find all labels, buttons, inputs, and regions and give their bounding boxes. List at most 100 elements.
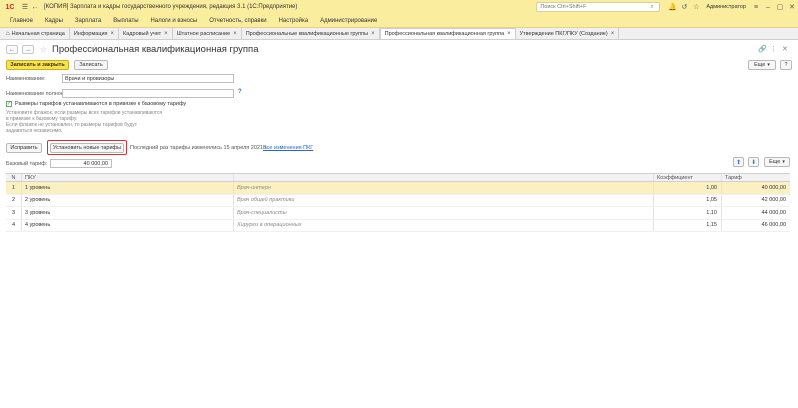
- link-icon[interactable]: 🔗: [758, 45, 767, 53]
- chevron-down-icon: ▾: [782, 159, 785, 165]
- favorite-star-icon[interactable]: ☆: [40, 45, 47, 54]
- forward-button[interactable]: →: [22, 45, 34, 54]
- star-icon[interactable]: ☆: [690, 0, 702, 14]
- minimize-icon[interactable]: –: [762, 0, 774, 14]
- help-button[interactable]: ?: [780, 60, 792, 70]
- cell-n: 4: [6, 219, 22, 231]
- menu-item[interactable]: Налоги и взносы: [145, 18, 204, 24]
- table-more-button[interactable]: Еще ▾: [764, 157, 790, 167]
- menu-item[interactable]: Выплаты: [107, 18, 144, 24]
- col-pku[interactable]: ПКУ: [22, 174, 234, 181]
- chevron-down-icon: ▾: [767, 62, 770, 68]
- cell-desc: Врач-интерн: [234, 182, 654, 194]
- cell-n: 1: [6, 182, 22, 194]
- tab-close-icon[interactable]: ×: [233, 31, 237, 37]
- arrow-back-icon[interactable]: ←: [30, 0, 40, 14]
- tab-label: Кадровый учет: [123, 30, 162, 37]
- menu-item[interactable]: Настройка: [273, 18, 315, 24]
- table-row[interactable]: 11 уровень Врач-интерн 1,00 40 000,00: [6, 182, 790, 195]
- tab[interactable]: Профессиональная квалификационная группа…: [379, 28, 516, 39]
- menu-item[interactable]: Кадры: [39, 18, 69, 24]
- menu-item[interactable]: Зарплата: [69, 18, 107, 24]
- tab-close-icon[interactable]: ×: [164, 31, 168, 37]
- menu-item[interactable]: Администрирование: [314, 18, 383, 24]
- col-desc[interactable]: [234, 174, 654, 181]
- tab[interactable]: Профессиональные квалификационные группы…: [241, 28, 380, 39]
- tab-label: Профессиональная квалификационная группа: [384, 31, 505, 37]
- save-and-close-button[interactable]: Записать и закрыть: [6, 60, 69, 70]
- pku-table: N ПКУ Коэффициент Тариф 11 уровень Врач-и…: [6, 173, 790, 232]
- tab[interactable]: Информация ×: [69, 28, 120, 39]
- move-down-button[interactable]: ⬇: [748, 157, 759, 167]
- tab-label: Профессиональные квалификационные группы: [245, 30, 369, 37]
- cell-n: 2: [6, 194, 22, 206]
- col-tarif[interactable]: Тариф: [722, 174, 790, 181]
- cell-coef: 1,00: [654, 182, 722, 194]
- maximize-icon[interactable]: ▢: [774, 0, 786, 14]
- table-body: 11 уровень Врач-интерн 1,00 40 000,00 2 2 уро…: [6, 182, 790, 232]
- tab-label: Начальная страница: [11, 30, 65, 37]
- hint-line: задаваться независимо.: [6, 128, 63, 134]
- settings-icon[interactable]: ≡: [750, 0, 762, 14]
- checkbox-label[interactable]: Размеры тарифов устанавливаются в привяз…: [15, 101, 186, 107]
- table-header: N ПКУ Коэффициент Тариф: [6, 173, 790, 182]
- global-search[interactable]: ⌕: [536, 2, 661, 12]
- all-changes-link[interactable]: Все изменения ПКГ: [263, 145, 313, 151]
- form-close-icon[interactable]: ✕: [782, 45, 788, 53]
- history-icon[interactable]: ↺: [678, 0, 690, 14]
- checkbox-hint: Установите флажок, если размеры всех тар…: [6, 110, 176, 134]
- app-title: [КОПИЯ] Зарплата и кадры государственног…: [44, 4, 298, 10]
- tab-close-icon[interactable]: ×: [507, 31, 511, 37]
- cell-desc: Врач общей практики: [234, 194, 654, 206]
- more-button[interactable]: Еще ▾: [748, 60, 776, 70]
- tab-close-icon[interactable]: ×: [371, 31, 375, 37]
- cell-pku: 2 уровень: [22, 194, 234, 206]
- close-icon[interactable]: ✕: [786, 0, 798, 14]
- base-tariff-label: Базовый тариф:: [6, 161, 48, 167]
- set-new-tariffs-button[interactable]: Установить новые тарифы: [50, 143, 124, 153]
- tab-label: Утверждение ПКГ/ПКУ (Создание): [519, 30, 608, 37]
- name-field[interactable]: Врачи и провизоры: [62, 74, 234, 83]
- menu-icon[interactable]: ☰: [20, 0, 30, 14]
- table-row[interactable]: 44 уровень Хирурги в операционных 1,15 46 0…: [6, 219, 790, 232]
- bell-icon[interactable]: 🔔: [666, 0, 678, 14]
- col-n[interactable]: N: [6, 174, 22, 181]
- tab[interactable]: ⌂ Начальная страница: [2, 28, 70, 39]
- search-icon: ⌕: [650, 3, 654, 10]
- help-mark[interactable]: ?: [238, 89, 242, 95]
- tab[interactable]: Штатное расписание ×: [172, 28, 242, 39]
- base-tariff-field[interactable]: 40 000,00: [50, 159, 112, 168]
- search-input[interactable]: [540, 4, 651, 10]
- tab[interactable]: Утверждение ПКГ/ПКУ (Создание) ×: [515, 28, 620, 39]
- menu-item[interactable]: Главное: [4, 18, 39, 24]
- tab[interactable]: Кадровый учет ×: [119, 28, 173, 39]
- arrow-down-icon: ⬇: [750, 159, 757, 166]
- col-coef[interactable]: Коэффициент: [654, 174, 722, 181]
- save-button[interactable]: Записать: [74, 60, 108, 70]
- menu-item[interactable]: Отчетность, справки: [203, 18, 272, 24]
- back-button[interactable]: ←: [6, 45, 18, 54]
- cell-coef: 1,05: [654, 194, 722, 206]
- tab-close-icon[interactable]: ×: [611, 31, 615, 37]
- tab-close-icon[interactable]: ×: [111, 31, 115, 37]
- cell-coef: 1,15: [654, 219, 722, 231]
- cell-coef: 1,10: [654, 207, 722, 219]
- form-title: Профессиональная квалификационная группа: [52, 44, 259, 55]
- table-row[interactable]: 22 уровень Врач общей практики 1,05 42 000,…: [6, 194, 790, 207]
- cell-tarif: 44 000,00: [761, 209, 786, 216]
- cell-desc: Хирурги в операционных: [234, 219, 654, 231]
- main-menu: Главное Кадры Зарплата Выплаты Налоги и взно…: [0, 14, 798, 28]
- move-up-button[interactable]: ⬆: [733, 157, 744, 167]
- fullname-field[interactable]: [62, 89, 234, 98]
- base-tariff-checkbox[interactable]: ✓: [6, 101, 12, 107]
- open-tabs: ⌂ Начальная страница Информация × Кадровый у…: [0, 28, 798, 40]
- tab-label: Информация: [73, 30, 108, 37]
- table-row[interactable]: 33 уровень Врач-специалисты 1,10 44 000,00: [6, 207, 790, 220]
- more-vert-icon[interactable]: ⋮: [770, 45, 777, 53]
- home-icon: ⌂: [6, 30, 10, 37]
- app-logo: 1С: [5, 3, 15, 11]
- user-name[interactable]: Администратор: [706, 4, 746, 10]
- fix-button[interactable]: Исправить: [6, 143, 42, 153]
- last-change-text: Последний раз тарифы изменялись 15 апрел…: [130, 145, 268, 151]
- cell-pku: 4 уровень: [22, 219, 234, 231]
